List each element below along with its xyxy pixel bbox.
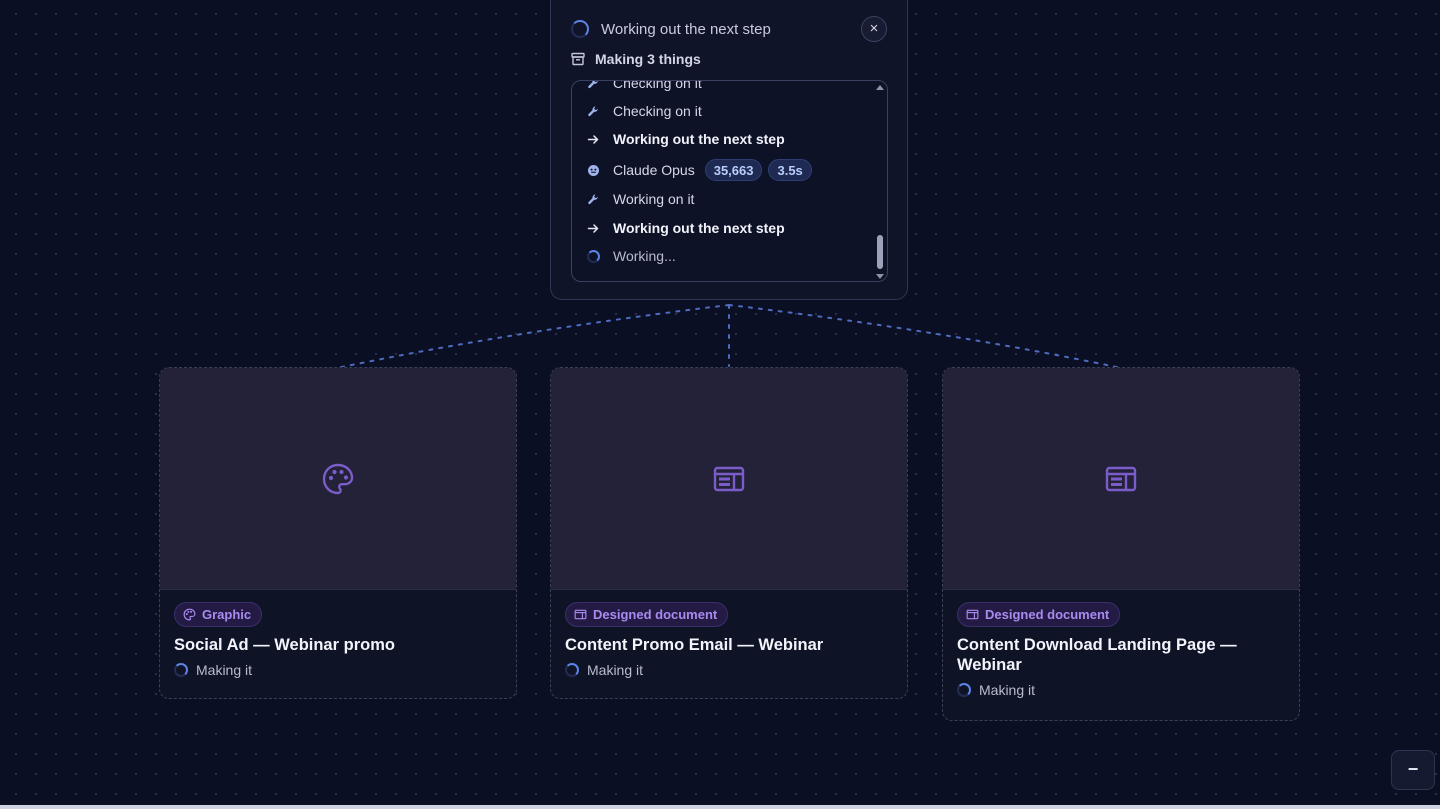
- spinner-icon: [571, 20, 589, 38]
- badge-label: Designed document: [985, 607, 1110, 622]
- log-label: Working on it: [613, 191, 695, 207]
- panel-header: Working out the next step ×: [571, 16, 887, 42]
- log-scrollbar[interactable]: [876, 85, 884, 279]
- model-name: Claude Opus: [613, 162, 695, 178]
- tool-icon: [586, 81, 600, 90]
- log-item: Working on it: [586, 189, 694, 209]
- panel-title: Working out the next step: [601, 20, 771, 38]
- card-title: Social Ad — Webinar promo: [174, 636, 395, 654]
- status-label: Making it: [587, 662, 644, 678]
- workflow-canvas: Working out the next step × Making 3 thi…: [0, 0, 1440, 809]
- archive-box-icon: [571, 52, 585, 66]
- log-item: Checking on it: [586, 101, 702, 121]
- tool-icon: [586, 192, 600, 206]
- log-item: Checking on it: [586, 80, 702, 93]
- layout-icon: [713, 466, 745, 491]
- layout-icon: [1105, 466, 1137, 491]
- card-meta: Designed document Content Promo Email — …: [551, 590, 907, 694]
- badge-label: Graphic: [202, 607, 252, 622]
- log-label: Working...: [613, 248, 676, 264]
- log-label: Working out the next step: [613, 131, 785, 147]
- log-item: Working...: [586, 246, 676, 266]
- type-badge: Designed document: [565, 602, 729, 627]
- activity-log[interactable]: Checking on it Checking on it Working ou…: [571, 80, 888, 282]
- token-count-chip: 35,663: [704, 159, 763, 181]
- card-title: Content Promo Email — Webinar: [565, 636, 824, 654]
- type-badge: Graphic: [174, 602, 263, 627]
- card-preview: [943, 368, 1299, 590]
- layout-icon: [966, 609, 979, 620]
- scroll-thumb[interactable]: [877, 235, 883, 269]
- model-icon: [586, 163, 600, 177]
- spinner-icon: [586, 249, 600, 263]
- scroll-up-icon[interactable]: [876, 85, 884, 90]
- log-item: Working out the next step: [586, 218, 785, 238]
- zoom-out-button[interactable]: −: [1391, 750, 1435, 790]
- agent-status-panel: Working out the next step × Making 3 thi…: [550, 0, 908, 300]
- bottom-edge: [0, 805, 1440, 809]
- card-meta: Designed document Content Download Landi…: [943, 590, 1299, 714]
- output-card-email[interactable]: Designed document Content Promo Email — …: [550, 367, 908, 699]
- arrow-right-icon: [586, 221, 600, 235]
- output-card-graphic[interactable]: Graphic Social Ad — Webinar promo Making…: [159, 367, 517, 699]
- duration-chip: 3.5s: [768, 159, 812, 181]
- making-summary: Making 3 things: [571, 51, 701, 67]
- layout-icon: [574, 609, 587, 620]
- palette-icon: [322, 463, 354, 494]
- status-label: Making it: [979, 682, 1036, 698]
- close-button[interactable]: ×: [861, 16, 887, 42]
- palette-icon: [183, 608, 196, 621]
- badge-label: Designed document: [593, 607, 718, 622]
- log-label: Checking on it: [613, 103, 702, 119]
- spinner-icon: [174, 663, 188, 677]
- log-item: Working out the next step: [586, 129, 785, 149]
- spinner-icon: [565, 663, 579, 677]
- card-preview: [551, 368, 907, 590]
- card-title: Content Download Landing Page — Webinar: [957, 636, 1237, 674]
- card-status: Making it: [957, 682, 1285, 698]
- tool-icon: [586, 104, 600, 118]
- spinner-icon: [957, 683, 971, 697]
- connector-left: [336, 304, 730, 369]
- status-label: Making it: [196, 662, 253, 678]
- making-label: Making 3 things: [595, 51, 701, 67]
- log-label: Working out the next step: [613, 220, 785, 236]
- connector-right: [728, 304, 1122, 369]
- card-status: Making it: [565, 662, 893, 678]
- arrow-right-icon: [586, 132, 600, 146]
- log-label: Checking on it: [613, 80, 702, 91]
- card-status: Making it: [174, 662, 502, 678]
- card-meta: Graphic Social Ad — Webinar promo Making…: [160, 590, 516, 694]
- type-badge: Designed document: [957, 602, 1121, 627]
- output-card-landing-page[interactable]: Designed document Content Download Landi…: [942, 367, 1300, 721]
- card-preview: [160, 368, 516, 590]
- log-item-model: Claude Opus 35,663 3.5s: [586, 159, 812, 181]
- scroll-down-icon[interactable]: [876, 274, 884, 279]
